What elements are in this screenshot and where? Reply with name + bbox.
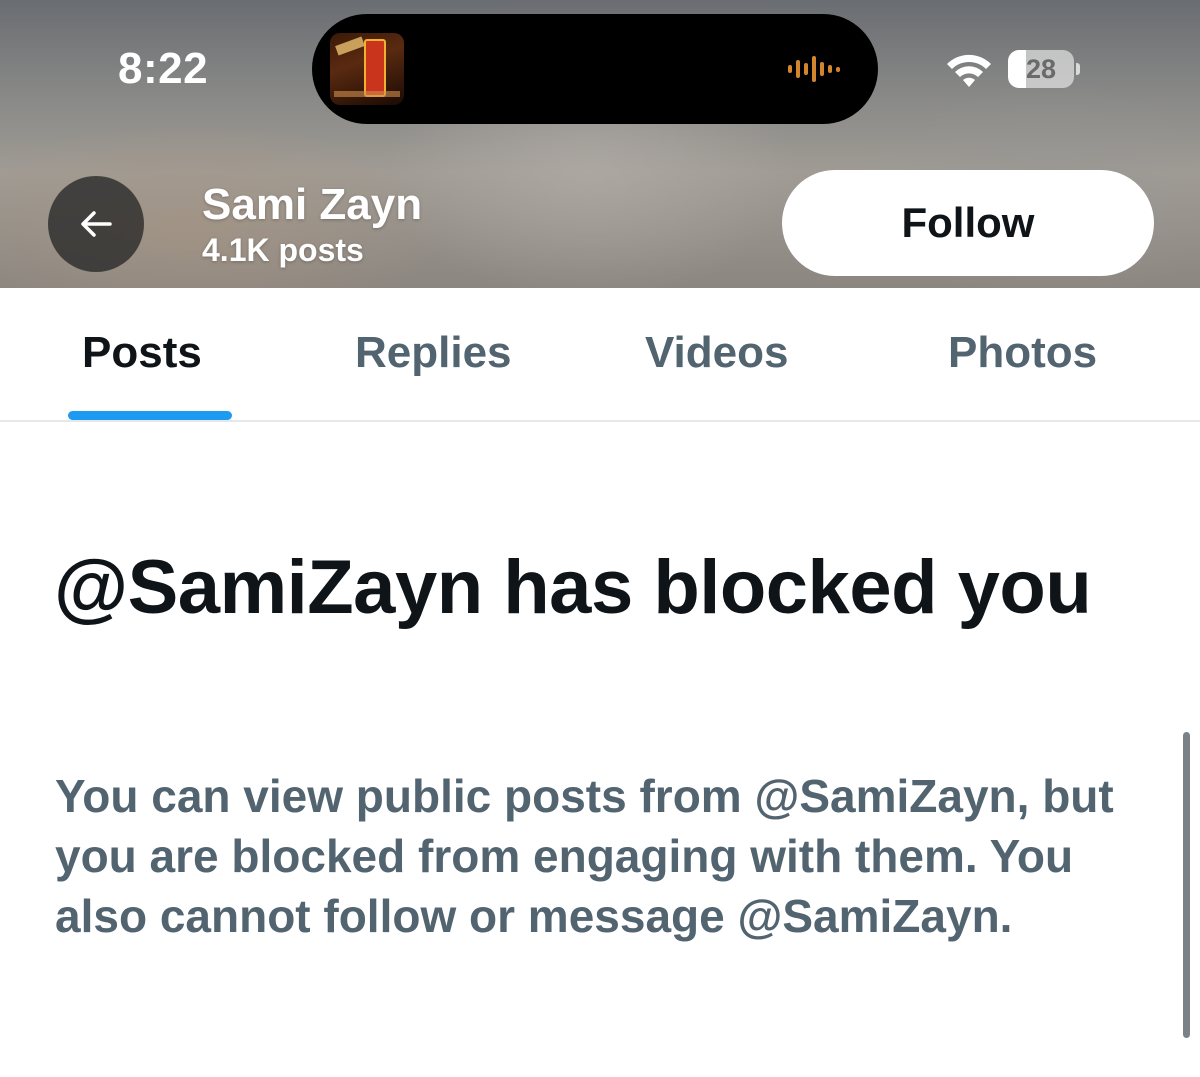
scrollbar[interactable] — [1183, 732, 1190, 1038]
profile-name: Sami Zayn — [202, 180, 423, 229]
back-button[interactable] — [48, 176, 144, 272]
battery-percentage: 28 — [1025, 54, 1057, 84]
profile-tabs: Posts Replies Videos Photos — [0, 288, 1200, 422]
tab-videos[interactable]: Videos — [645, 328, 788, 378]
status-time: 8:22 — [118, 44, 209, 93]
follow-button[interactable]: Follow — [782, 170, 1154, 276]
tab-replies[interactable]: Replies — [355, 328, 512, 378]
arrow-left-icon — [81, 211, 112, 237]
battery-body: 28 — [1008, 50, 1074, 88]
battery-icon: 28 — [1008, 50, 1080, 88]
active-tab-indicator — [68, 411, 232, 420]
post-count: 4.1K posts — [202, 232, 364, 268]
tab-photos[interactable]: Photos — [948, 328, 1097, 378]
album-art-caption — [334, 91, 400, 97]
wifi-icon — [947, 54, 991, 87]
profile-header-banner: 8:22 28 Sami Zayn 4.1K posts Follow — [0, 0, 1200, 288]
tab-posts[interactable]: Posts — [82, 328, 202, 378]
battery-cap — [1076, 63, 1080, 75]
blocked-explanation: You can view public posts from @SamiZayn… — [55, 770, 1114, 942]
blocked-headline: @SamiZayn has blocked you — [54, 545, 1092, 630]
album-art-script — [335, 36, 365, 56]
audio-waveform-icon — [788, 55, 840, 83]
album-art-sign — [364, 39, 386, 97]
now-playing-album-art[interactable] — [330, 33, 404, 105]
